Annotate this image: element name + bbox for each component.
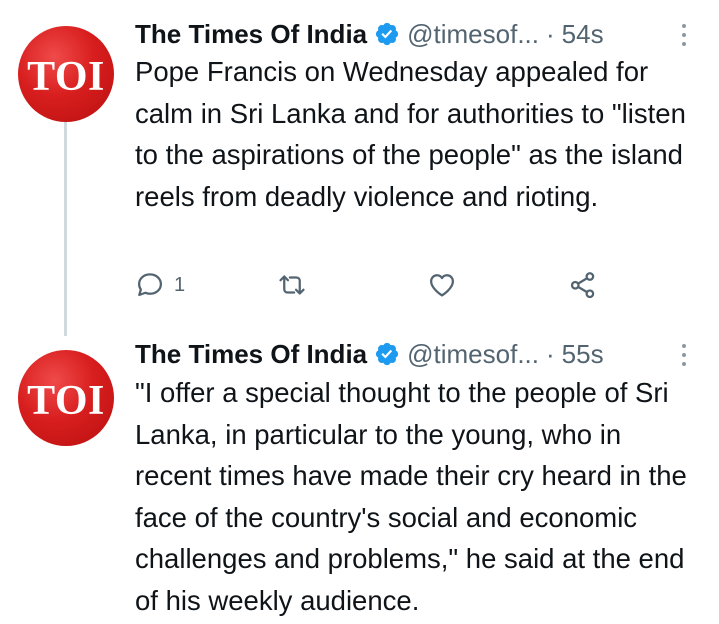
avatar[interactable]: TOI [18, 350, 114, 446]
more-options-icon[interactable] [680, 24, 688, 46]
more-options-icon[interactable] [680, 344, 688, 366]
timestamp[interactable]: 55s [562, 339, 604, 370]
separator-dot: · [546, 18, 555, 49]
user-handle[interactable]: @timesof... [407, 339, 539, 370]
tweet-text: Pope Francis on Wednesday appealed for c… [135, 56, 686, 212]
verified-badge-icon [374, 341, 400, 367]
verified-badge-icon [374, 21, 400, 47]
reply-count: 1 [174, 273, 186, 296]
tweet[interactable]: TOI The Times Of India @timesof... · 54s… [0, 0, 719, 336]
retweet-icon [279, 275, 305, 295]
separator-dot: · [546, 338, 555, 369]
user-handle[interactable]: @timesof... [407, 19, 539, 50]
tweet-actions: 1 [135, 266, 615, 306]
display-name[interactable]: The Times Of India [135, 339, 367, 370]
reply-icon [138, 273, 162, 297]
display-name[interactable]: The Times Of India [135, 19, 367, 50]
avatar[interactable]: TOI [18, 26, 114, 122]
avatar-logo-text: TOI [27, 54, 105, 100]
reply-button[interactable]: 1 [135, 270, 185, 300]
tweet-header: The Times Of India @timesof... · 55s [135, 336, 604, 372]
thread-connector-line [64, 122, 67, 336]
share-button[interactable] [568, 270, 598, 300]
tweet-text: "I offer a special thought to the people… [135, 377, 687, 616]
like-button[interactable] [427, 270, 457, 300]
heart-icon [430, 274, 454, 297]
timestamp[interactable]: 54s [562, 19, 604, 50]
retweet-button[interactable] [277, 270, 307, 300]
share-icon [570, 272, 595, 299]
tweet-header: The Times Of India @timesof... · 54s [135, 16, 604, 52]
avatar-logo-text: TOI [27, 378, 105, 424]
